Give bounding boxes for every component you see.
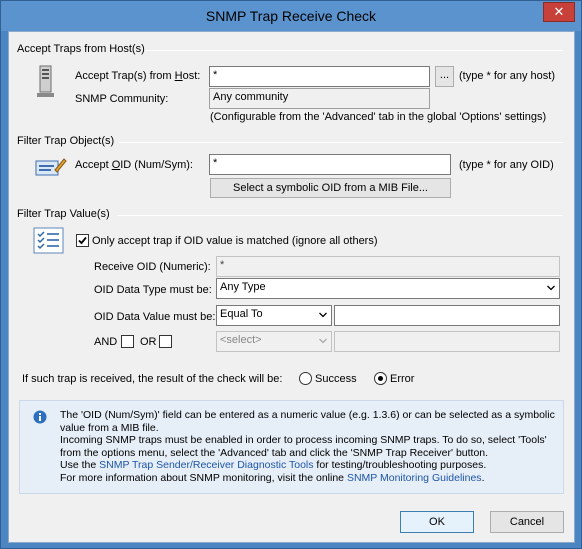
and-label: AND (94, 336, 118, 348)
divider (145, 50, 563, 51)
community-hint: (Configurable from the 'Advanced' tab in… (210, 111, 547, 123)
community-label: SNMP Community: (75, 93, 169, 105)
browse-host-button[interactable]: ... (435, 66, 454, 87)
value-group-title: Filter Trap Value(s) (17, 208, 110, 220)
info-line: The 'OID (Num/Sym)' field can be entered… (60, 409, 555, 434)
info-text: The 'OID (Num/Sym)' field can be entered… (60, 409, 560, 484)
logic-value-input (334, 331, 560, 352)
only-accept-checkbox[interactable] (76, 234, 89, 247)
checklist-icon (33, 227, 65, 255)
dialog-window: SNMP Trap Receive Check ✕ Accept Traps f… (0, 0, 582, 549)
community-field: Any community (209, 88, 430, 109)
monitoring-guidelines-link[interactable]: SNMP Monitoring Guidelines (347, 472, 482, 484)
receive-oid-label: Receive OID (Numeric): (94, 261, 211, 273)
data-type-select[interactable]: Any Type (216, 278, 560, 299)
checkmark-icon (78, 236, 87, 245)
receive-oid-field: * (216, 256, 560, 277)
data-type-value: Any Type (220, 281, 266, 293)
host-label: Accept Trap(s) from Host: (75, 70, 201, 82)
error-radio[interactable] (374, 372, 387, 385)
only-accept-label[interactable]: Only accept trap if OID value is matched… (92, 235, 378, 247)
title-bar[interactable]: SNMP Trap Receive Check ✕ (1, 1, 581, 31)
select-mib-oid-button[interactable]: Select a symbolic OID from a MIB File... (210, 178, 451, 198)
info-panel: The 'OID (Num/Sym)' field can be entered… (19, 400, 564, 494)
ok-button[interactable]: OK (400, 511, 474, 533)
object-group-title: Filter Trap Object(s) (17, 135, 115, 147)
operator-value: Equal To (220, 308, 263, 320)
divider (119, 142, 563, 143)
cancel-button[interactable]: Cancel (490, 511, 564, 533)
or-label: OR (140, 336, 157, 348)
success-label[interactable]: Success (315, 373, 357, 385)
server-icon (35, 65, 55, 99)
radio-selected-dot (378, 376, 383, 381)
host-input[interactable]: * (209, 66, 430, 87)
host-hint: (type * for any host) (459, 70, 555, 82)
close-button[interactable]: ✕ (543, 2, 575, 22)
and-checkbox[interactable] (121, 335, 134, 348)
result-label: If such trap is received, the result of … (22, 373, 283, 385)
divider (117, 215, 563, 216)
oid-hint: (type * for any OID) (459, 159, 554, 171)
oid-input[interactable]: * (209, 154, 451, 175)
error-label[interactable]: Error (390, 373, 414, 385)
info-icon (33, 410, 47, 424)
data-type-label: OID Data Type must be: (94, 284, 212, 296)
data-value-input[interactable] (334, 305, 560, 326)
logic-select-value: <select> (220, 334, 262, 346)
info-line: For more information about SNMP monitori… (60, 471, 485, 484)
chevron-down-icon (319, 338, 327, 344)
oid-label: Accept OID (Num/Sym): (75, 159, 193, 171)
host-group-title: Accept Traps from Host(s) (17, 43, 145, 55)
info-line: Incoming SNMP traps must be enabled in o… (60, 434, 547, 459)
operator-select[interactable]: Equal To (216, 305, 332, 326)
oid-icon (35, 155, 67, 177)
window-title: SNMP Trap Receive Check (205, 8, 377, 24)
diagnostic-tools-link[interactable]: SNMP Trap Sender/Receiver Diagnostic Too… (99, 459, 313, 471)
data-value-label: OID Data Value must be: (94, 311, 216, 323)
logic-select: <select> (216, 331, 332, 352)
or-checkbox[interactable] (159, 335, 172, 348)
chevron-down-icon (319, 312, 327, 318)
dialog-body: Accept Traps from Host(s) Accept Trap(s)… (8, 31, 575, 543)
info-line: Use the SNMP Trap Sender/Receiver Diagno… (60, 459, 487, 471)
success-radio[interactable] (299, 372, 312, 385)
chevron-down-icon (547, 285, 555, 291)
